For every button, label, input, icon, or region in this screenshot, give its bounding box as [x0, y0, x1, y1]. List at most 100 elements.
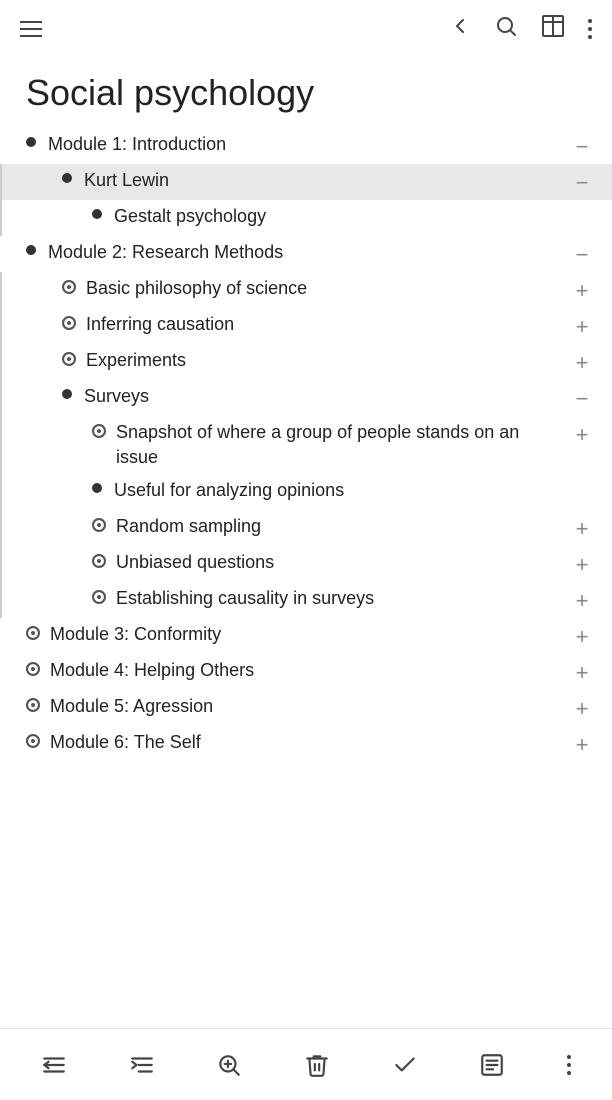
outline-item-label: Establishing causality in surveys — [116, 586, 562, 611]
expand-button[interactable]: + — [572, 312, 592, 340]
outline-item-content: Inferring causation — [62, 312, 562, 337]
outline-item[interactable]: Experiments + — [0, 344, 612, 380]
bullet-filled-icon — [26, 245, 36, 255]
bullet-filled-icon — [62, 173, 72, 183]
outline-item[interactable]: Module 5: Agression + — [0, 690, 612, 726]
collapse-button[interactable]: − — [572, 168, 592, 196]
bullet-circle-icon — [92, 518, 106, 532]
outline-item[interactable]: Gestalt psychology — [0, 200, 612, 236]
outline-container: Module 1: Introduction−Kurt Lewin−Gestal… — [0, 128, 612, 842]
toolbar-left — [20, 21, 42, 37]
outline-item-content: Experiments — [62, 348, 562, 373]
expand-button[interactable]: + — [572, 586, 592, 614]
collapse-button[interactable]: − — [572, 240, 592, 268]
outline-item-label: Inferring causation — [86, 312, 562, 337]
outline-item-label: Module 6: The Self — [50, 730, 562, 755]
expand-button[interactable]: + — [572, 730, 592, 758]
collapse-button[interactable]: − — [572, 132, 592, 160]
outline-item-label: Useful for analyzing opinions — [114, 478, 592, 503]
bottom-more-icon[interactable] — [559, 1047, 579, 1083]
expand-button[interactable]: + — [572, 348, 592, 376]
outline-item[interactable]: Establishing causality in surveys + — [0, 582, 612, 618]
outline-item[interactable]: Module 2: Research Methods− — [0, 236, 612, 272]
toolbar-right — [448, 14, 592, 44]
bullet-circle-icon — [92, 554, 106, 568]
outline-item-label: Experiments — [86, 348, 562, 373]
outdent-icon[interactable] — [33, 1044, 75, 1086]
outline-item[interactable]: Surveys− — [0, 380, 612, 416]
outline-item[interactable]: Basic philosophy of science + — [0, 272, 612, 308]
outline-item-label: Random sampling — [116, 514, 562, 539]
outline-item[interactable]: Useful for analyzing opinions — [0, 474, 612, 510]
outline-item-label: Module 3: Conformity — [50, 622, 562, 647]
bullet-filled-icon — [92, 209, 102, 219]
hamburger-icon[interactable] — [20, 21, 42, 37]
outline-item-label: Gestalt psychology — [114, 204, 592, 229]
outline-item-content: Random sampling — [92, 514, 562, 539]
outline-item-label: Module 5: Agression — [50, 694, 562, 719]
outline-item-content: Module 2: Research Methods — [26, 240, 562, 265]
bullet-circle-icon — [26, 662, 40, 676]
expand-button[interactable]: + — [572, 658, 592, 686]
bullet-circle-icon — [62, 352, 76, 366]
outline-item[interactable]: Unbiased questions + — [0, 546, 612, 582]
expand-button[interactable]: + — [572, 420, 592, 448]
bullet-circle-icon — [62, 316, 76, 330]
bullet-circle-icon — [92, 424, 106, 438]
bullet-circle-icon — [26, 626, 40, 640]
book-icon[interactable] — [540, 14, 566, 44]
indent-icon[interactable] — [121, 1044, 163, 1086]
outline-item[interactable]: Inferring causation + — [0, 308, 612, 344]
outline-item-label: Module 1: Introduction — [48, 132, 562, 157]
outline-item-content: Module 1: Introduction — [26, 132, 562, 157]
back-icon[interactable] — [448, 14, 472, 44]
outline-item-content: Establishing causality in surveys — [92, 586, 562, 611]
expand-button[interactable]: + — [572, 276, 592, 304]
outline-item-label: Snapshot of where a group of people stan… — [116, 420, 562, 470]
outline-item[interactable]: Snapshot of where a group of people stan… — [0, 416, 612, 474]
zoom-icon[interactable] — [208, 1044, 250, 1086]
bottom-toolbar — [0, 1028, 612, 1100]
outline-item-label: Surveys — [84, 384, 562, 409]
outline-item-content: Module 6: The Self — [26, 730, 562, 755]
more-dots-icon[interactable] — [588, 19, 592, 39]
outline-item-label: Kurt Lewin — [84, 168, 562, 193]
expand-button[interactable]: + — [572, 694, 592, 722]
bullet-filled-icon — [26, 137, 36, 147]
bullet-filled-icon — [62, 389, 72, 399]
outline-item-content: Surveys — [62, 384, 562, 409]
bullet-circle-icon — [62, 280, 76, 294]
delete-icon[interactable] — [296, 1044, 338, 1086]
outline-item-content: Module 4: Helping Others — [26, 658, 562, 683]
outline-item-content: Kurt Lewin — [62, 168, 562, 193]
bullet-circle-icon — [26, 698, 40, 712]
expand-button[interactable]: + — [572, 550, 592, 578]
bullet-circle-icon — [92, 590, 106, 604]
outline-item[interactable]: Module 3: Conformity + — [0, 618, 612, 654]
outline-item-label: Basic philosophy of science — [86, 276, 562, 301]
expand-button[interactable]: + — [572, 622, 592, 650]
search-icon[interactable] — [494, 14, 518, 44]
outline-item[interactable]: Module 1: Introduction− — [0, 128, 612, 164]
expand-button[interactable]: + — [572, 514, 592, 542]
outline-item-content: Unbiased questions — [92, 550, 562, 575]
page-title: Social psychology — [0, 54, 612, 128]
outline-item-label: Module 4: Helping Others — [50, 658, 562, 683]
collapse-button[interactable]: − — [572, 384, 592, 412]
outline-item[interactable]: Kurt Lewin− — [0, 164, 612, 200]
bullet-filled-icon — [92, 483, 102, 493]
outline-item-label: Module 2: Research Methods — [48, 240, 562, 265]
outline-item-content: Gestalt psychology — [92, 204, 592, 229]
top-toolbar — [0, 0, 612, 54]
outline-item[interactable]: Module 6: The Self + — [0, 726, 612, 762]
outline-item-content: Module 5: Agression — [26, 694, 562, 719]
outline-item-content: Snapshot of where a group of people stan… — [92, 420, 562, 470]
outline-item[interactable]: Module 4: Helping Others + — [0, 654, 612, 690]
outline-item-content: Basic philosophy of science — [62, 276, 562, 301]
note-icon[interactable] — [471, 1044, 513, 1086]
check-icon[interactable] — [384, 1044, 426, 1086]
outline-item[interactable]: Random sampling + — [0, 510, 612, 546]
bullet-circle-icon — [26, 734, 40, 748]
outline-item-label: Unbiased questions — [116, 550, 562, 575]
outline-item-content: Module 3: Conformity — [26, 622, 562, 647]
